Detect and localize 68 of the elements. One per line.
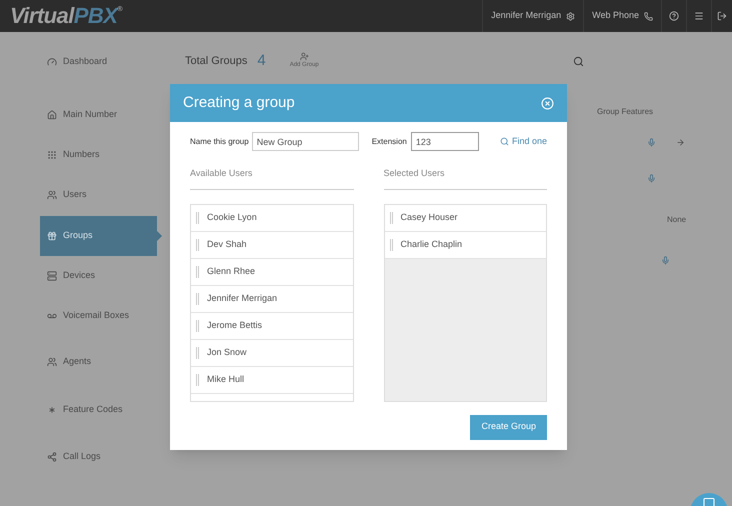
user-name: Jennifer Merrigan <box>207 292 278 305</box>
help-icon[interactable] <box>669 11 679 21</box>
find-one-link[interactable]: Find one <box>500 134 547 148</box>
feature-value: None <box>667 214 688 226</box>
network-icon <box>47 452 57 462</box>
users-icon <box>47 190 57 200</box>
user-name-link[interactable]: Jennifer Merrigan <box>491 9 562 23</box>
sidebar-item[interactable]: Dashboard <box>40 42 157 82</box>
drag-handle-icon[interactable] <box>196 212 199 224</box>
phone-icon[interactable] <box>644 12 653 20</box>
drag-handle-icon[interactable] <box>390 212 392 224</box>
user-name: Jerome Bettis <box>207 318 262 332</box>
group-name-input[interactable]: New Group <box>252 132 359 151</box>
microphone-icon <box>661 256 670 265</box>
sidebar-item[interactable]: Users <box>40 175 157 215</box>
gauge-icon <box>47 57 57 67</box>
drag-handle-icon[interactable] <box>196 374 199 386</box>
home-icon <box>47 110 57 120</box>
sidebar-item[interactable]: Devices <box>40 256 157 296</box>
search-icon[interactable] <box>573 56 584 67</box>
drag-handle-icon[interactable] <box>196 238 199 250</box>
logo-text: Virtual <box>10 5 74 27</box>
add-user-icon <box>300 52 309 62</box>
create-group-button[interactable]: Create Group <box>470 414 547 440</box>
close-icon[interactable] <box>541 96 554 110</box>
logo-accent-text: PBX <box>74 5 118 27</box>
sidebar-item[interactable]: Call Logs <box>40 437 157 477</box>
voicemail-icon <box>47 311 57 321</box>
user-name: Charlie Chaplin <box>400 238 462 251</box>
settings-icon[interactable] <box>566 12 576 20</box>
microphone-icon <box>647 174 656 183</box>
sidebar-item[interactable]: Main Number <box>40 95 157 135</box>
user-name: Casey Houser <box>400 210 458 224</box>
sidebar-item[interactable]: Agents <box>40 342 157 382</box>
column-heading: Group Features <box>597 106 654 118</box>
logout-icon[interactable] <box>717 11 727 21</box>
user-name: Glenn Rhee <box>207 264 256 278</box>
grid-icon <box>47 150 57 160</box>
user-name: Cookie Lyon <box>207 210 257 224</box>
asterisk-icon <box>47 405 57 415</box>
drag-handle-icon[interactable] <box>196 320 199 332</box>
search-icon <box>500 137 509 146</box>
drag-handle-icon[interactable] <box>196 266 199 278</box>
page-title: Total Groups <box>185 54 248 69</box>
drag-handle-icon[interactable] <box>196 346 199 358</box>
user-name: Jon Snow <box>207 346 247 359</box>
sidebar-item[interactable]: Feature Codes <box>40 390 157 430</box>
drag-handle-icon[interactable] <box>196 292 199 304</box>
user-name: Dev Shah <box>207 238 247 251</box>
extension-input[interactable]: 123 <box>410 132 479 151</box>
list-heading: Available Users <box>190 167 354 190</box>
sidebar-item[interactable]: Voicemail Boxes <box>40 296 157 336</box>
menu-icon[interactable] <box>694 11 704 21</box>
pointer-icon <box>157 231 162 241</box>
server-icon <box>47 271 57 281</box>
user-name: Mike Hull <box>207 372 244 386</box>
drag-handle-icon[interactable] <box>390 238 392 250</box>
microphone-icon <box>647 138 656 147</box>
gift-icon <box>47 231 57 241</box>
group-count: 4 <box>257 51 266 71</box>
users-icon <box>47 357 57 367</box>
web-phone-link[interactable]: Web Phone <box>592 9 639 23</box>
field-label: Extension <box>372 136 407 148</box>
arrow-icon[interactable] <box>676 138 685 147</box>
list-heading: Selected Users <box>384 167 547 190</box>
field-label: Name this group <box>190 136 249 148</box>
sidebar-item[interactable]: Numbers <box>40 135 157 175</box>
dialog-title: Creating a group <box>183 92 295 113</box>
